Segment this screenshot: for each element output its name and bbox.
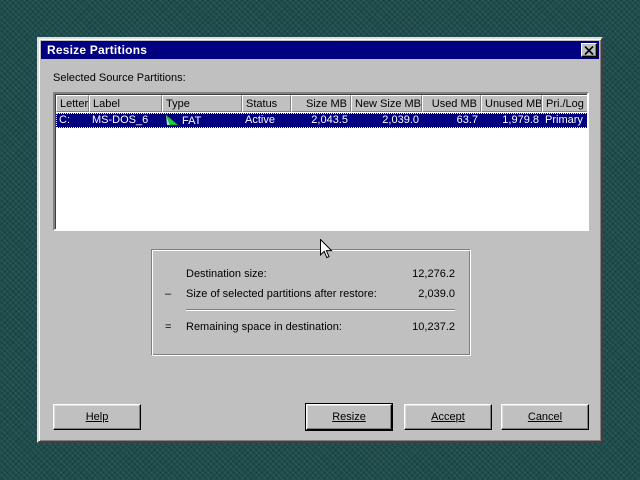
accept-button[interactable]: Accept [404,404,492,430]
resize-button[interactable]: Resize [305,403,393,431]
cell-unused: 1,979.8 [502,114,539,126]
remaining-space-label: Remaining space in destination: [186,321,342,333]
partition-list[interactable]: Letter Label Type Status Size MB New Siz… [53,92,589,231]
column-header-label[interactable]: Label [89,95,162,112]
help-button[interactable]: Help [53,404,141,430]
column-header-pri-log[interactable]: Pri./Log [542,95,587,112]
cell-status: Active [245,114,275,126]
summary-row-destination: Destination size: 12,276.2 [152,268,470,282]
cell-size: 2,043.5 [311,114,348,126]
close-button[interactable] [581,43,597,57]
title-bar[interactable]: Resize Partitions [41,41,599,59]
cell-type-text: FAT [182,115,202,127]
destination-size-value: 12,276.2 [412,268,455,280]
list-header: Letter Label Type Status Size MB New Siz… [56,95,587,112]
column-header-letter[interactable]: Letter [56,95,89,112]
cell-pri-log: Primary [545,114,583,126]
cancel-button[interactable]: Cancel [501,404,589,430]
cell-type: FAT [162,114,242,127]
help-button-label: Help [85,411,109,423]
summary-row-after-restore: – Size of selected partitions after rest… [152,288,470,302]
cell-used: 63.7 [456,114,478,126]
after-restore-value: 2,039.0 [418,288,455,300]
column-header-new-size[interactable]: New Size MB [351,95,422,112]
table-row[interactable]: C: MS-DOS_6 FAT Active 2,043.5 2,039.0 6… [56,113,587,128]
column-header-size[interactable]: Size MB [291,95,351,112]
close-icon [584,45,594,55]
equals-operator: = [165,321,172,333]
column-header-type[interactable]: Type [162,95,242,112]
dialog-title: Resize Partitions [47,43,148,57]
accept-button-label: Accept [431,411,465,423]
resize-button-label: Resize [332,411,366,423]
column-header-unused[interactable]: Unused MB [481,95,542,112]
cell-label: MS-DOS_6 [92,114,149,126]
section-label: Selected Source Partitions: [53,72,186,84]
after-restore-label: Size of selected partitions after restor… [186,288,377,300]
mouse-pointer-icon [320,239,333,259]
column-header-status[interactable]: Status [242,95,291,112]
destination-size-label: Destination size: [186,268,267,280]
cell-new-size: 2,039.0 [382,114,419,126]
fat-partition-icon [165,114,179,126]
cell-letter: C: [59,114,70,126]
column-header-used[interactable]: Used MB [422,95,481,112]
space-summary-panel: Destination size: 12,276.2 – Size of sel… [151,249,471,356]
remaining-space-value: 10,237.2 [412,321,455,333]
cancel-button-label: Cancel [527,411,563,423]
minus-operator: – [165,288,172,300]
summary-row-remaining: = Remaining space in destination: 10,237… [152,321,470,335]
summary-divider [186,309,455,311]
